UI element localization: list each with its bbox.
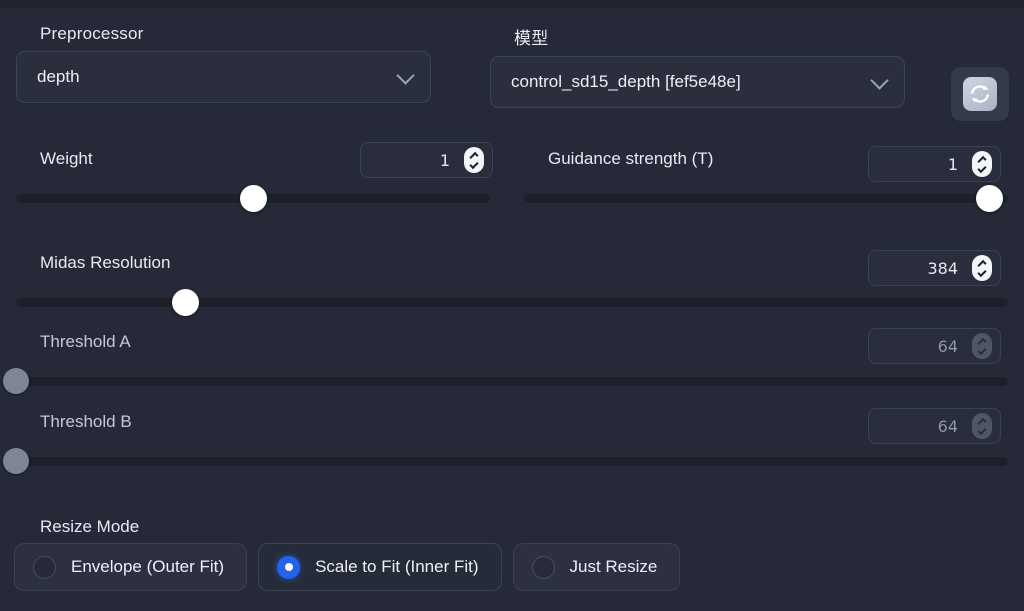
spinner-up-down-icon[interactable]	[972, 151, 992, 177]
preprocessor-field: Preprocessor depth	[16, 24, 431, 103]
resize-mode-option-scale-to-fit[interactable]: Scale to Fit (Inner Fit)	[258, 543, 502, 591]
guidance-strength-slider-track[interactable]	[524, 185, 1008, 212]
spinner-up-down-icon[interactable]	[972, 255, 992, 281]
guidance-strength-number-input[interactable]: 1	[868, 146, 1001, 182]
dropdown-row: Preprocessor depth 模型 control_sd15_depth…	[0, 24, 1024, 121]
resize-mode-option-just-resize[interactable]: Just Resize	[512, 543, 681, 591]
midas-resolution-slider-thumb[interactable]	[171, 289, 199, 316]
panel-top-edge	[0, 0, 1024, 8]
threshold-a-label: Threshold A	[40, 332, 131, 351]
resize-mode-option-envelope[interactable]: Envelope (Outer Fit)	[14, 543, 248, 591]
guidance-strength-slider-thumb[interactable]	[975, 185, 1003, 212]
guidance-strength-slider-row: Guidance strength (T) 1	[0, 142, 1024, 220]
threshold-b-slider-thumb[interactable]	[3, 448, 29, 474]
threshold-b-label: Threshold B	[40, 412, 132, 431]
radio-selected-icon	[277, 555, 301, 579]
threshold-a-slider-track[interactable]	[3, 368, 1008, 394]
preprocessor-label: Preprocessor	[40, 24, 144, 43]
threshold-b-slider-track[interactable]	[3, 448, 1008, 474]
model-value: control_sd15_depth [fef5e48e]	[511, 72, 741, 91]
midas-resolution-value: 384	[927, 258, 958, 278]
threshold-b-number-input[interactable]: 64	[868, 408, 1001, 444]
preprocessor-select[interactable]: depth	[16, 51, 431, 103]
radio-unselected-icon	[531, 555, 555, 579]
refresh-models-button[interactable]	[951, 67, 1009, 121]
guidance-strength-label: Guidance strength (T)	[548, 149, 714, 168]
refresh-icon	[963, 77, 997, 111]
resize-mode-group: Resize Mode Envelope (Outer Fit) Scale t…	[0, 517, 1024, 611]
guidance-strength-value: 1	[947, 154, 958, 174]
threshold-a-value: 64	[937, 336, 958, 356]
threshold-a-slider-row: Threshold A 64	[0, 326, 1024, 404]
spinner-up-down-icon[interactable]	[972, 413, 992, 439]
resize-mode-option-label: Scale to Fit (Inner Fit)	[315, 557, 479, 576]
midas-resolution-number-input[interactable]: 384	[868, 250, 1001, 286]
spinner-up-down-icon[interactable]	[972, 333, 992, 359]
threshold-a-number-input[interactable]: 64	[868, 328, 1001, 364]
threshold-b-slider-row: Threshold B 64	[0, 406, 1024, 484]
resize-mode-label: Resize Mode	[40, 517, 140, 536]
radio-unselected-icon	[33, 555, 56, 579]
resize-mode-options: Envelope (Outer Fit) Scale to Fit (Inner…	[14, 543, 681, 591]
model-select[interactable]: control_sd15_depth [fef5e48e]	[490, 56, 905, 108]
resize-mode-option-label: Envelope (Outer Fit)	[71, 557, 225, 576]
midas-resolution-slider-row: Midas Resolution 384	[0, 246, 1024, 324]
model-field: 模型 control_sd15_depth [fef5e48e]	[490, 24, 905, 108]
preprocessor-value: depth	[37, 67, 80, 86]
threshold-b-value: 64	[937, 416, 958, 436]
midas-resolution-slider-track[interactable]	[16, 289, 1008, 316]
chevron-down-icon	[870, 71, 889, 90]
midas-resolution-label: Midas Resolution	[40, 253, 171, 272]
chevron-down-icon	[396, 66, 415, 85]
threshold-a-slider-thumb[interactable]	[3, 368, 29, 394]
controlnet-settings-panel: Preprocessor depth 模型 control_sd15_depth…	[0, 0, 1024, 611]
model-label: 模型	[514, 29, 549, 48]
resize-mode-option-label: Just Resize	[569, 557, 658, 576]
